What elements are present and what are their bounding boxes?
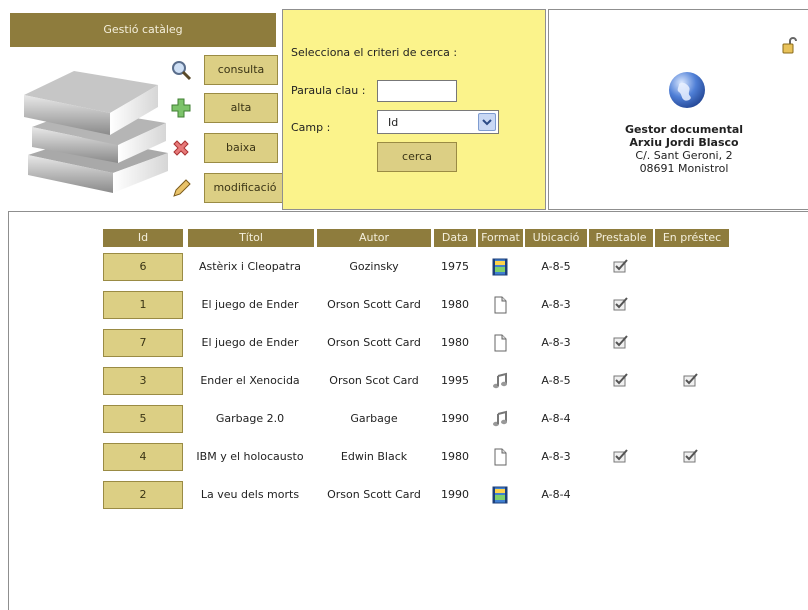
row-location: A-8-5 xyxy=(541,374,571,387)
video-file-icon xyxy=(491,258,509,276)
row-location: A-8-3 xyxy=(541,336,571,349)
row-author: Orson Scott Card xyxy=(327,336,421,349)
globe-icon xyxy=(669,72,705,108)
row-author: Orson Scott Card xyxy=(327,488,421,501)
on-loan-check-icon xyxy=(683,449,699,463)
row-id-button[interactable]: 3 xyxy=(103,367,183,395)
menu-row-consulta: consulta xyxy=(170,55,280,85)
alta-button[interactable]: alta xyxy=(204,93,278,123)
row-title: El juego de Ender xyxy=(201,336,299,349)
row-id-button[interactable]: 7 xyxy=(103,329,183,357)
pencil-icon xyxy=(173,179,191,197)
row-author: Orson Scott Card xyxy=(327,298,421,311)
catalog-table-area: Id Títol Autor Data Format Ubicació Prestable E… xyxy=(8,211,808,610)
header-en-prestec: En préstec xyxy=(655,229,729,247)
row-location: A-8-5 xyxy=(541,260,571,273)
row-author: Gozinsky xyxy=(349,260,399,273)
field-select[interactable]: Id xyxy=(377,110,499,134)
delete-x-icon xyxy=(173,140,189,156)
row-date: 1975 xyxy=(441,260,469,273)
lendable-check-icon xyxy=(613,449,629,463)
row-date: 1980 xyxy=(441,298,469,311)
row-location: A-8-4 xyxy=(541,488,571,501)
lendable-check-icon xyxy=(613,335,629,349)
field-select-value: Id xyxy=(388,116,399,129)
row-author: Garbage xyxy=(350,412,398,425)
lendable-check-icon xyxy=(613,297,629,311)
info-line-1: Gestor documental xyxy=(624,123,744,136)
row-title: La veu dels morts xyxy=(200,488,300,501)
row-title: El juego de Ender xyxy=(201,298,299,311)
document-icon xyxy=(491,448,509,466)
header-id: Id xyxy=(103,229,183,247)
header-titol: Títol xyxy=(188,229,314,247)
row-title: Ender el Xenocida xyxy=(200,374,300,387)
row-id-button[interactable]: 4 xyxy=(103,443,183,471)
row-title: Garbage 2.0 xyxy=(215,412,285,425)
header-format: Format xyxy=(478,229,523,247)
books-stack-icon xyxy=(24,71,168,193)
row-id-button[interactable]: 6 xyxy=(103,253,183,281)
document-icon xyxy=(491,334,509,352)
search-panel: Selecciona el criteri de cerca : Paraula… xyxy=(282,9,546,210)
music-note-icon xyxy=(491,410,509,428)
video-file-icon xyxy=(491,486,509,504)
modificacio-button[interactable]: modificació xyxy=(204,173,286,203)
row-title: Astèrix i Cleopatra xyxy=(198,260,301,273)
catalog-panel: Gestió catàleg consulta alta baixa modif… xyxy=(10,13,286,209)
row-date: 1980 xyxy=(441,336,469,349)
lock-icon[interactable] xyxy=(780,36,800,56)
chevron-down-icon[interactable] xyxy=(478,113,496,131)
row-date: 1990 xyxy=(441,412,469,425)
row-location: A-8-3 xyxy=(541,298,571,311)
search-button[interactable]: cerca xyxy=(377,142,457,172)
row-date: 1980 xyxy=(441,450,469,463)
field-label: Camp : xyxy=(291,121,331,134)
consulta-button[interactable]: consulta xyxy=(204,55,278,85)
menu-row-modificacio: modificació xyxy=(170,173,286,203)
info-line-2: Arxiu Jordi Blasco xyxy=(629,136,739,149)
catalog-title: Gestió catàleg xyxy=(10,13,276,47)
row-author: Orson Scot Card xyxy=(329,374,419,387)
row-date: 1990 xyxy=(441,488,469,501)
info-line-3: C/. Sant Geroni, 2 xyxy=(635,149,733,162)
row-date: 1995 xyxy=(441,374,469,387)
info-address: Gestor documental Arxiu Jordi Blasco C/.… xyxy=(549,123,808,175)
row-location: A-8-3 xyxy=(541,450,571,463)
menu-row-alta: alta xyxy=(170,93,280,123)
keyword-label: Paraula clau : xyxy=(291,84,366,97)
info-panel: Gestor documental Arxiu Jordi Blasco C/.… xyxy=(548,9,808,210)
row-id-button[interactable]: 5 xyxy=(103,405,183,433)
music-note-icon xyxy=(491,372,509,390)
header-data: Data xyxy=(434,229,476,247)
lendable-check-icon xyxy=(613,259,629,273)
menu-row-baixa: baixa xyxy=(170,133,280,163)
magnifier-icon xyxy=(172,61,192,81)
row-title: IBM y el holocausto xyxy=(196,450,304,463)
keyword-input[interactable] xyxy=(377,80,457,102)
row-id-button[interactable]: 2 xyxy=(103,481,183,509)
header-prestable: Prestable xyxy=(589,229,653,247)
row-author: Edwin Black xyxy=(340,450,408,463)
lendable-check-icon xyxy=(613,373,629,387)
baixa-button[interactable]: baixa xyxy=(204,133,278,163)
plus-icon xyxy=(171,98,191,118)
row-id-button[interactable]: 1 xyxy=(103,291,183,319)
header-autor: Autor xyxy=(317,229,431,247)
search-instructions: Selecciona el criteri de cerca : xyxy=(291,46,458,59)
document-icon xyxy=(491,296,509,314)
info-line-4: 08691 Monistrol xyxy=(639,162,729,175)
header-ubicacio: Ubicació xyxy=(525,229,587,247)
row-location: A-8-4 xyxy=(541,412,571,425)
on-loan-check-icon xyxy=(683,373,699,387)
